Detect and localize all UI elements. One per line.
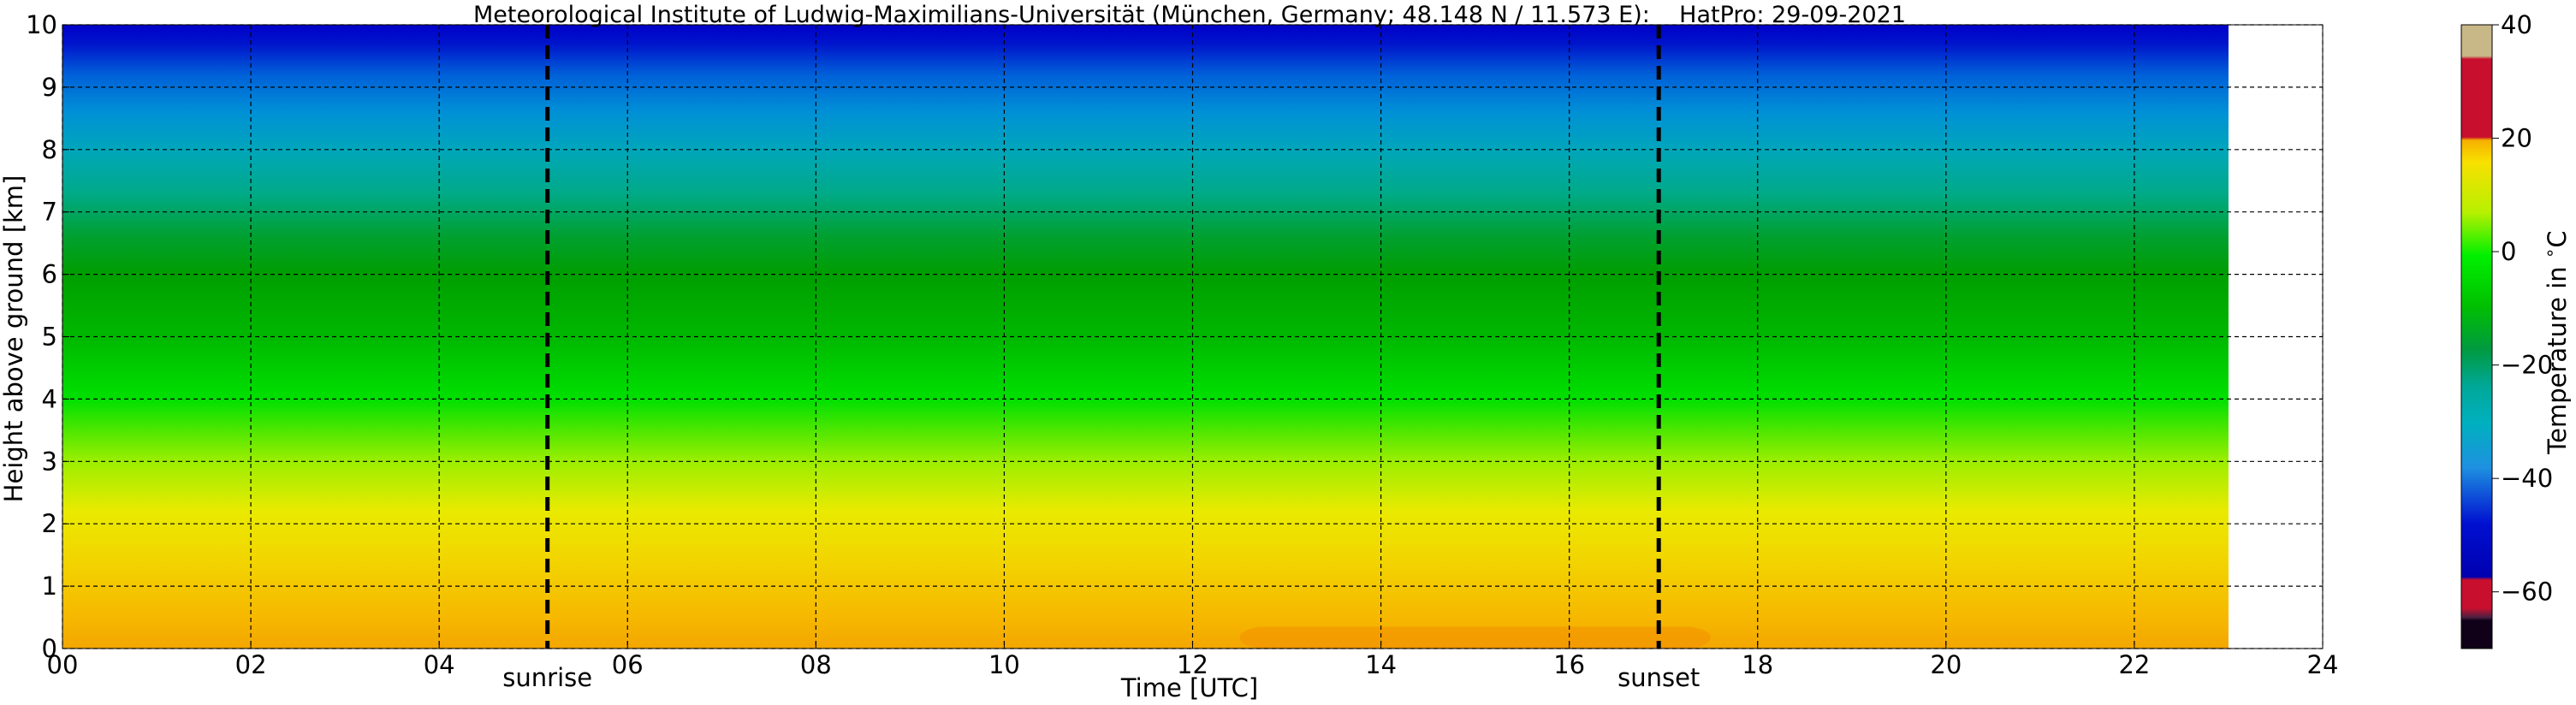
x-tick-label: 06 — [612, 650, 644, 679]
x-tick-label: 16 — [1553, 650, 1585, 679]
colorbar — [2460, 24, 2493, 649]
y-tick-label: 8 — [42, 135, 57, 164]
x-tick-label: 20 — [1930, 650, 1962, 679]
x-axis-label: Time [UTC] — [1120, 673, 1258, 702]
x-tick-label: 24 — [2307, 650, 2339, 679]
y-tick-label: 4 — [42, 384, 57, 413]
x-tick-label: 14 — [1365, 650, 1397, 679]
y-tick-label: 6 — [42, 260, 57, 289]
colorbar-tick-label: 40 — [2501, 10, 2532, 39]
y-tick-label: 9 — [42, 73, 57, 102]
colorbar-tick-label: −40 — [2501, 464, 2553, 493]
x-tick-label: 18 — [1742, 650, 1773, 679]
sunrise-label: sunrise — [502, 663, 592, 692]
y-tick-label: 3 — [42, 447, 57, 476]
y-axis-label: Height above ground [km] — [0, 175, 28, 503]
sunset-label: sunset — [1617, 663, 1700, 692]
x-tick-label: 22 — [2118, 650, 2150, 679]
y-tick-label: 10 — [26, 10, 57, 39]
y-tick-label: 1 — [42, 572, 57, 601]
y-tick-label: 7 — [42, 198, 57, 227]
x-tick-label: 08 — [800, 650, 832, 679]
x-tick-label: 04 — [424, 650, 455, 679]
colorbar-tick-label: 20 — [2501, 124, 2532, 153]
y-tick-label: 2 — [42, 509, 57, 538]
x-tick-label: 10 — [988, 650, 1020, 679]
afternoon-warm-spot — [1239, 626, 1711, 649]
x-tick-label: 02 — [235, 650, 267, 679]
colorbar-tick-label: 0 — [2501, 237, 2516, 266]
y-tick-label: 0 — [42, 634, 57, 663]
colorbar-label: Temperature in ∘C — [2539, 230, 2572, 454]
temperature-heatmap-chart: sunrise sunset 00 02 04 06 08 10 12 14 16 18 20 22 24… — [0, 2, 2572, 702]
chart-title: Meteorological Institute of Ludwig-Maxim… — [473, 2, 1906, 28]
colorbar-tick-label: −60 — [2501, 578, 2553, 607]
y-tick-label: 5 — [42, 323, 57, 352]
